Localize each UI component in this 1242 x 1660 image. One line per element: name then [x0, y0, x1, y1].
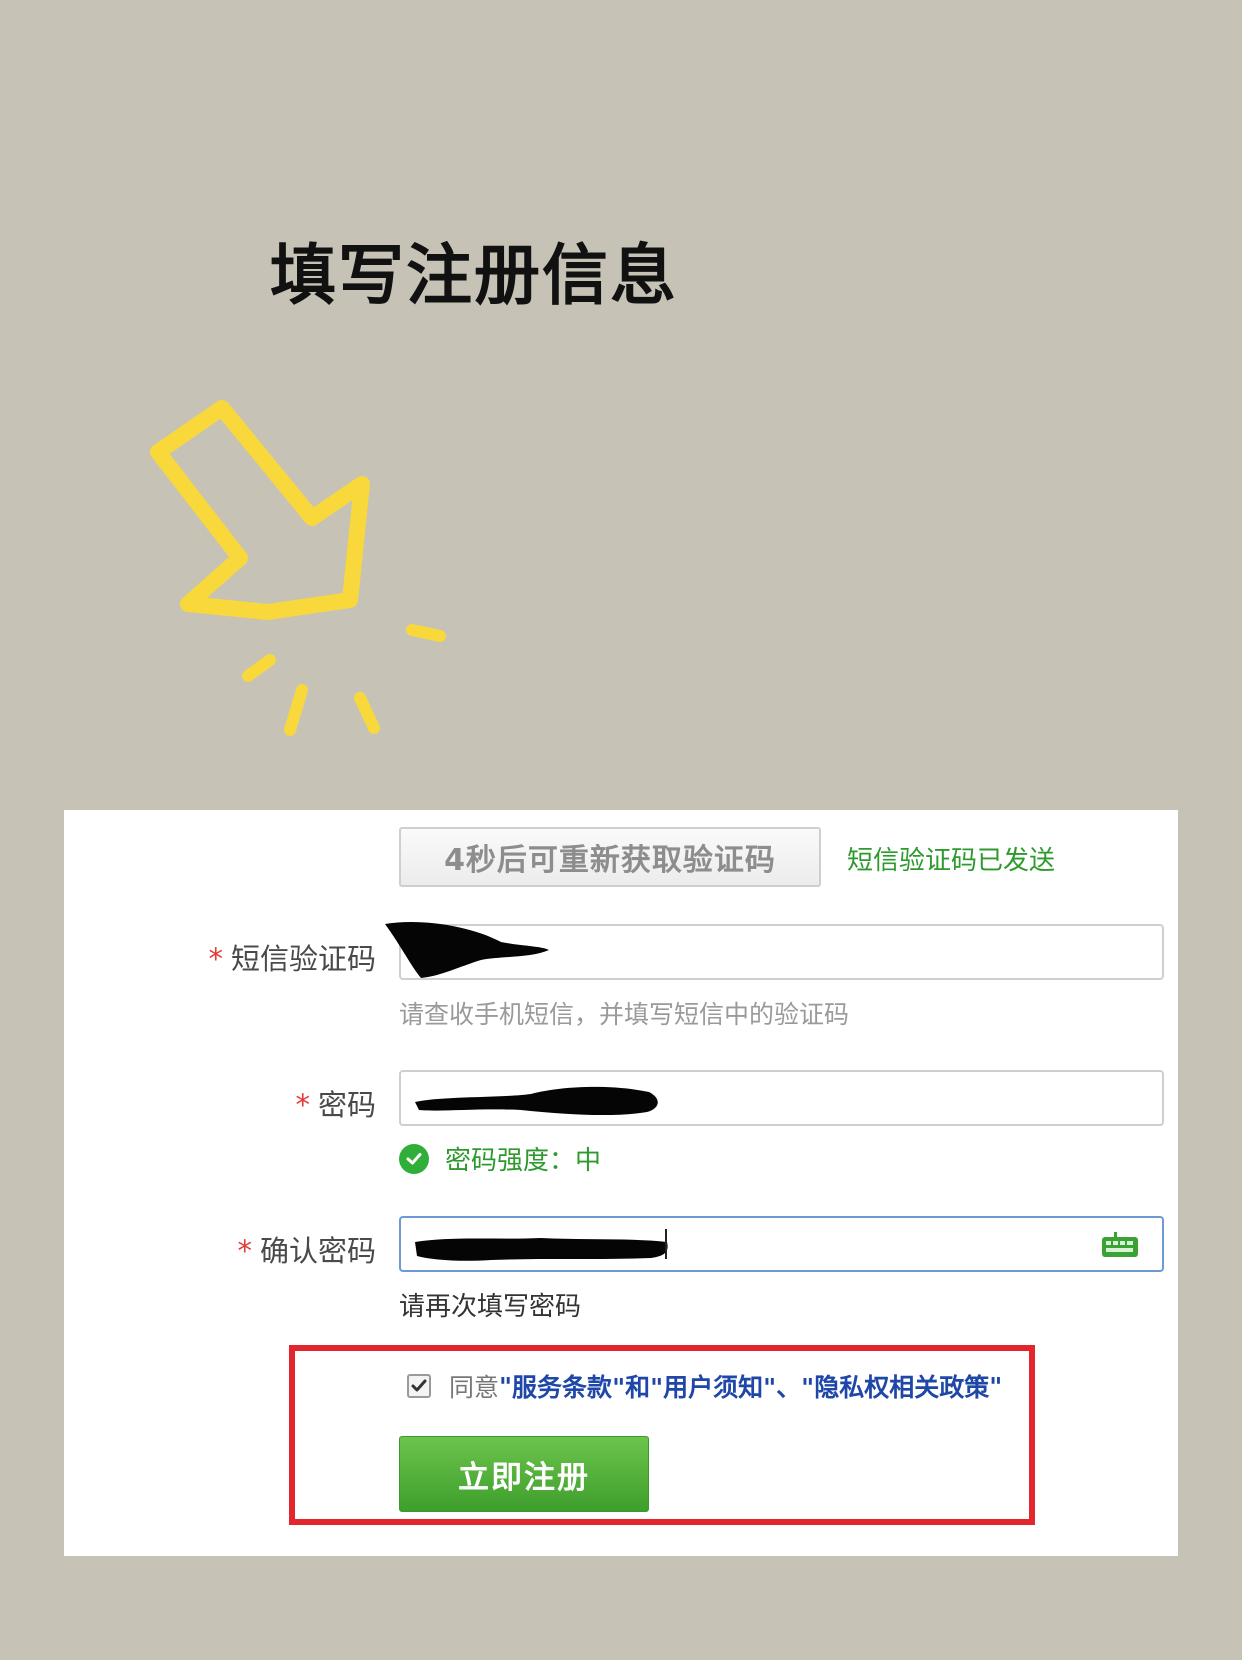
password-input[interactable] [399, 1070, 1164, 1126]
redaction-mark [415, 1238, 668, 1261]
password-label: * 密码 [295, 1082, 376, 1124]
terms-link[interactable]: 服务条款 [512, 1368, 612, 1404]
password-label-text: 密码 [317, 1088, 376, 1122]
redaction-mark [385, 922, 549, 978]
required-mark: * [208, 942, 223, 976]
quote-mark: " [499, 1371, 513, 1401]
sms-code-label-text: 短信验证码 [230, 942, 376, 976]
check-circle-icon [399, 1143, 429, 1174]
agree-checkbox[interactable] [407, 1374, 431, 1398]
quote-mark-end: " [989, 1371, 1003, 1401]
sms-code-input[interactable] [385, 922, 1164, 980]
confirm-password-label: * 确认密码 [237, 1228, 376, 1270]
agreement-row: 同意 " 服务条款 "和" 用户须知 "、" 隐私权相关政策 " [407, 1368, 1002, 1404]
checkmark-icon [411, 1379, 427, 1392]
page-headline: 填写注册信息 [270, 237, 678, 314]
required-mark: * [295, 1088, 310, 1122]
registration-form: 4秒后可重新获取验证码 短信验证码已发送 * 短信验证码 请查收手机短信，并填写短… [64, 810, 1178, 1556]
quote-and: "和" [612, 1373, 664, 1402]
redaction-mark [415, 1086, 658, 1116]
confirm-password-input[interactable] [399, 1216, 1164, 1272]
sms-code-label: * 短信验证码 [208, 936, 376, 978]
user-notice-link[interactable]: 用户须知 [663, 1368, 763, 1404]
sms-code-hint: 请查收手机短信，并填写短信中的验证码 [399, 1000, 850, 1029]
password-strength-text: 密码强度：中 [445, 1146, 602, 1176]
agreement-prefix: 同意 [449, 1373, 500, 1402]
resend-code-button[interactable]: 4秒后可重新获取验证码 [399, 827, 821, 887]
quote-separator: "、" [763, 1373, 815, 1402]
register-button[interactable]: 立即注册 [399, 1436, 649, 1512]
sms-sent-note: 短信验证码已发送 [847, 846, 1056, 876]
confirm-password-label-text: 确认密码 [259, 1234, 376, 1268]
required-mark: * [237, 1234, 252, 1268]
password-strength: 密码强度：中 [399, 1140, 601, 1177]
hand-drawn-arrow-icon [150, 400, 446, 736]
privacy-policy-link[interactable]: 隐私权相关政策 [814, 1368, 989, 1404]
keyboard-icon[interactable] [1100, 1231, 1140, 1259]
confirm-password-hint: 请再次填写密码 [399, 1292, 582, 1322]
text-caret [665, 1229, 667, 1259]
